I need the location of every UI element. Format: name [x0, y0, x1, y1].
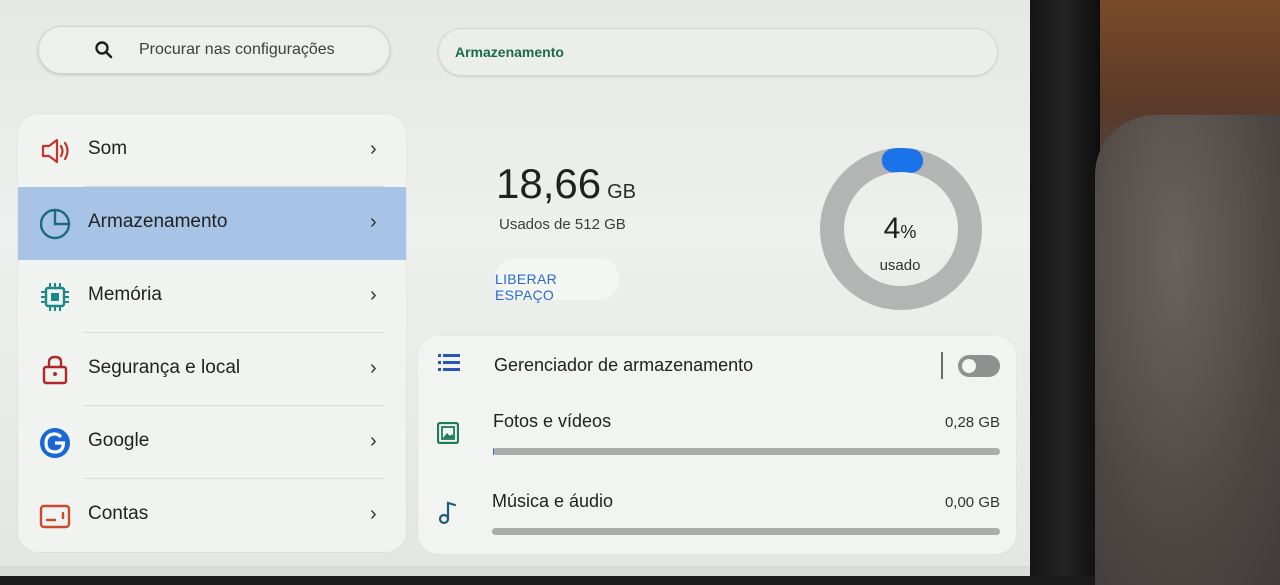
sidebar-item-memoria[interactable]: Memória › [18, 260, 406, 333]
category-value: 0,28 GB [900, 414, 1000, 431]
accounts-icon [38, 499, 72, 533]
sidebar-item-google[interactable]: Google › [18, 406, 406, 479]
usage-percent: 4% [840, 212, 960, 246]
category-label: Música e áudio [492, 491, 613, 512]
tablet-screen: Procurar nas configurações Armazenamento… [0, 0, 1030, 576]
used-value: 18,66 [496, 160, 601, 207]
search-bar[interactable]: Procurar nas configurações [38, 26, 390, 74]
category-usage-bar [493, 448, 1000, 455]
sidebar-item-som[interactable]: Som › [18, 114, 406, 187]
free-space-label: LIBERAR ESPAÇO [495, 271, 619, 303]
screen-bottom-edge [0, 566, 1030, 576]
sidebar-item-contas[interactable]: Contas › [18, 479, 406, 552]
sidebar-item-label: Google [88, 430, 149, 452]
sidebar-item-seguranca[interactable]: Segurança e local › [18, 333, 406, 406]
chevron-right-icon: › [370, 211, 377, 234]
percent-value: 4 [884, 212, 901, 245]
music-note-icon [438, 501, 460, 525]
speaker-icon [38, 134, 72, 168]
page-title: Armazenamento [455, 44, 564, 60]
storage-pie-icon [38, 207, 72, 241]
chip-icon [38, 280, 72, 314]
chevron-right-icon: › [370, 284, 377, 307]
chevron-right-icon: › [370, 138, 377, 161]
percent-sign: % [900, 222, 916, 242]
background-fabric [1095, 115, 1280, 585]
sidebar-item-label: Armazenamento [88, 211, 227, 233]
toggle-knob [962, 359, 976, 373]
chevron-right-icon: › [370, 430, 377, 453]
sidebar-item-label: Som [88, 138, 127, 160]
chevron-right-icon: › [370, 357, 377, 380]
storage-manager-label: Gerenciador de armazenamento [494, 355, 753, 376]
search-placeholder: Procurar nas configurações [139, 41, 335, 59]
used-storage: 18,66 GB [496, 160, 636, 208]
category-usage-bar [492, 528, 1000, 535]
list-icon [438, 352, 460, 374]
sidebar-item-armazenamento[interactable]: Armazenamento › [18, 187, 406, 260]
chevron-right-icon: › [370, 503, 377, 526]
usage-label: usado [840, 257, 960, 274]
sidebar-item-label: Segurança e local [88, 357, 240, 379]
settings-sidebar: Som › Armazenamento › [18, 114, 406, 552]
sidebar-item-label: Memória [88, 284, 162, 306]
category-label: Fotos e vídeos [493, 411, 611, 432]
photo-gallery-icon [437, 422, 459, 444]
used-unit: GB [607, 181, 636, 203]
toggle-divider [941, 352, 943, 379]
sidebar-item-label: Contas [88, 503, 148, 525]
google-icon [38, 426, 72, 460]
free-space-button[interactable]: LIBERAR ESPAÇO [495, 258, 619, 300]
device-bezel [1030, 0, 1100, 576]
used-of-total: Usados de 512 GB [499, 216, 626, 233]
breadcrumb: Armazenamento [438, 28, 998, 76]
search-icon [94, 40, 114, 60]
lock-icon [38, 353, 72, 387]
category-value: 0,00 GB [900, 494, 1000, 511]
storage-manager-toggle[interactable] [958, 355, 1000, 377]
